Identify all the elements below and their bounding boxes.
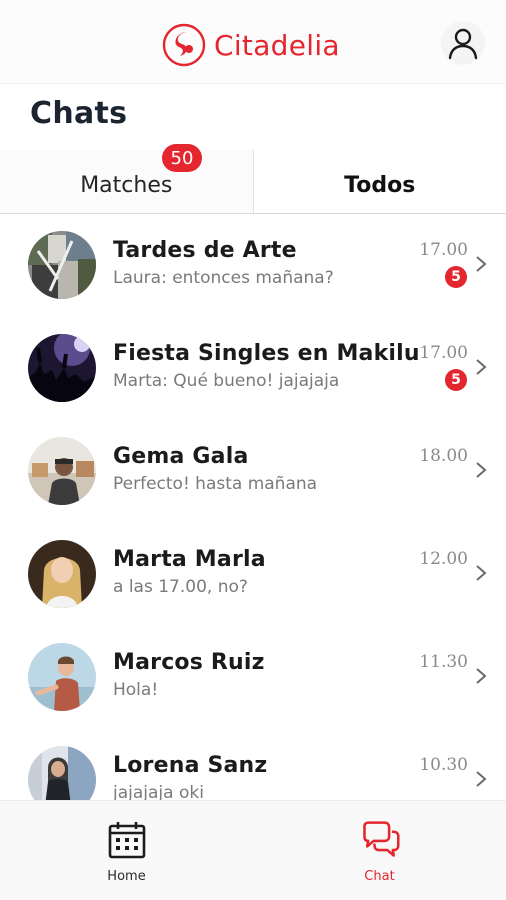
nav-chat-label: Chat [364,869,395,884]
profile-photo [28,540,96,608]
chat-time: 12.00 [419,549,468,569]
chat-preview: Perfecto! hasta mañana [113,474,318,494]
citadelia-logo-icon [162,23,206,67]
chat-name: Lorena Sanz [113,753,268,778]
profile-photo [28,643,96,711]
tab-matches-label: Matches [80,173,173,198]
chat-preview: a las 17.00, no? [113,577,248,597]
matches-count-badge: 50 [162,144,202,172]
unread-badge: 5 [445,266,467,288]
nav-home-label: Home [107,869,146,884]
chat-preview: jajajaja oki [113,783,204,800]
tab-matches[interactable]: Matches 50 [0,144,253,213]
chat-list[interactable]: Tardes de Arte Laura: entonces mañana? 1… [0,214,506,800]
chat-name: Fiesta Singles en Makilu [113,341,420,366]
avatar [28,746,96,800]
chevron-right-icon [476,565,487,581]
calendar-icon [108,822,145,859]
chat-preview: Laura: entonces mañana? [113,268,334,288]
nav-chat[interactable]: Chat [253,801,506,900]
chat-row-marcos-ruiz[interactable]: Marcos Ruiz Hola! 11.30 [0,626,506,729]
group-photo-party [28,334,96,402]
chat-time: 10.30 [419,755,468,775]
chat-row-marta-marla[interactable]: Marta Marla a las 17.00, no? 12.00 [0,523,506,626]
chevron-right-icon [476,668,487,684]
chat-name: Marta Marla [113,547,266,572]
chevron-right-icon [476,771,487,787]
avatar [28,231,96,299]
brand-name: Citadelia [214,28,340,62]
chat-time: 17.00 [419,343,468,363]
chat-preview: Hola! [113,680,159,700]
chat-tabs: Matches 50 Todos [0,144,506,214]
profile-photo [28,437,96,505]
tab-todos[interactable]: Todos [252,150,506,213]
chat-time: 11.30 [419,652,468,672]
chat-row-gema-gala[interactable]: Gema Gala Perfecto! hasta mañana 18.00 [0,420,506,523]
chevron-right-icon [476,359,487,375]
profile-button[interactable] [441,21,485,65]
chevron-right-icon [476,256,487,272]
chat-name: Tardes de Arte [113,238,297,263]
page-title: Chats [30,96,128,131]
nav-home[interactable]: Home [0,801,253,900]
chat-time: 17.00 [419,240,468,260]
brand-logo[interactable]: Citadelia [162,22,340,68]
avatar [28,643,96,711]
chevron-right-icon [476,462,487,478]
chat-row-tardes-de-arte[interactable]: Tardes de Arte Laura: entonces mañana? 1… [0,214,506,317]
unread-badge: 5 [445,369,467,391]
chat-bubbles-icon [362,821,400,857]
bottom-nav: Home Chat [0,800,506,900]
top-bar: Citadelia [0,0,506,84]
chat-row-fiesta-singles[interactable]: Fiesta Singles en Makilu Marta: Qué buen… [0,317,506,420]
chat-preview: Marta: Qué bueno! jajajaja [113,371,340,391]
chat-name: Gema Gala [113,444,249,469]
tab-todos-label: Todos [344,173,416,198]
avatar [28,540,96,608]
group-photo-art [28,231,96,299]
avatar [28,334,96,402]
avatar [28,437,96,505]
chat-time: 18.00 [419,446,468,466]
chat-row-lorena-sanz[interactable]: Lorena Sanz jajajaja oki 10.30 [0,729,506,800]
profile-photo [28,746,96,800]
chat-name: Marcos Ruiz [113,650,265,675]
user-icon [448,28,478,60]
